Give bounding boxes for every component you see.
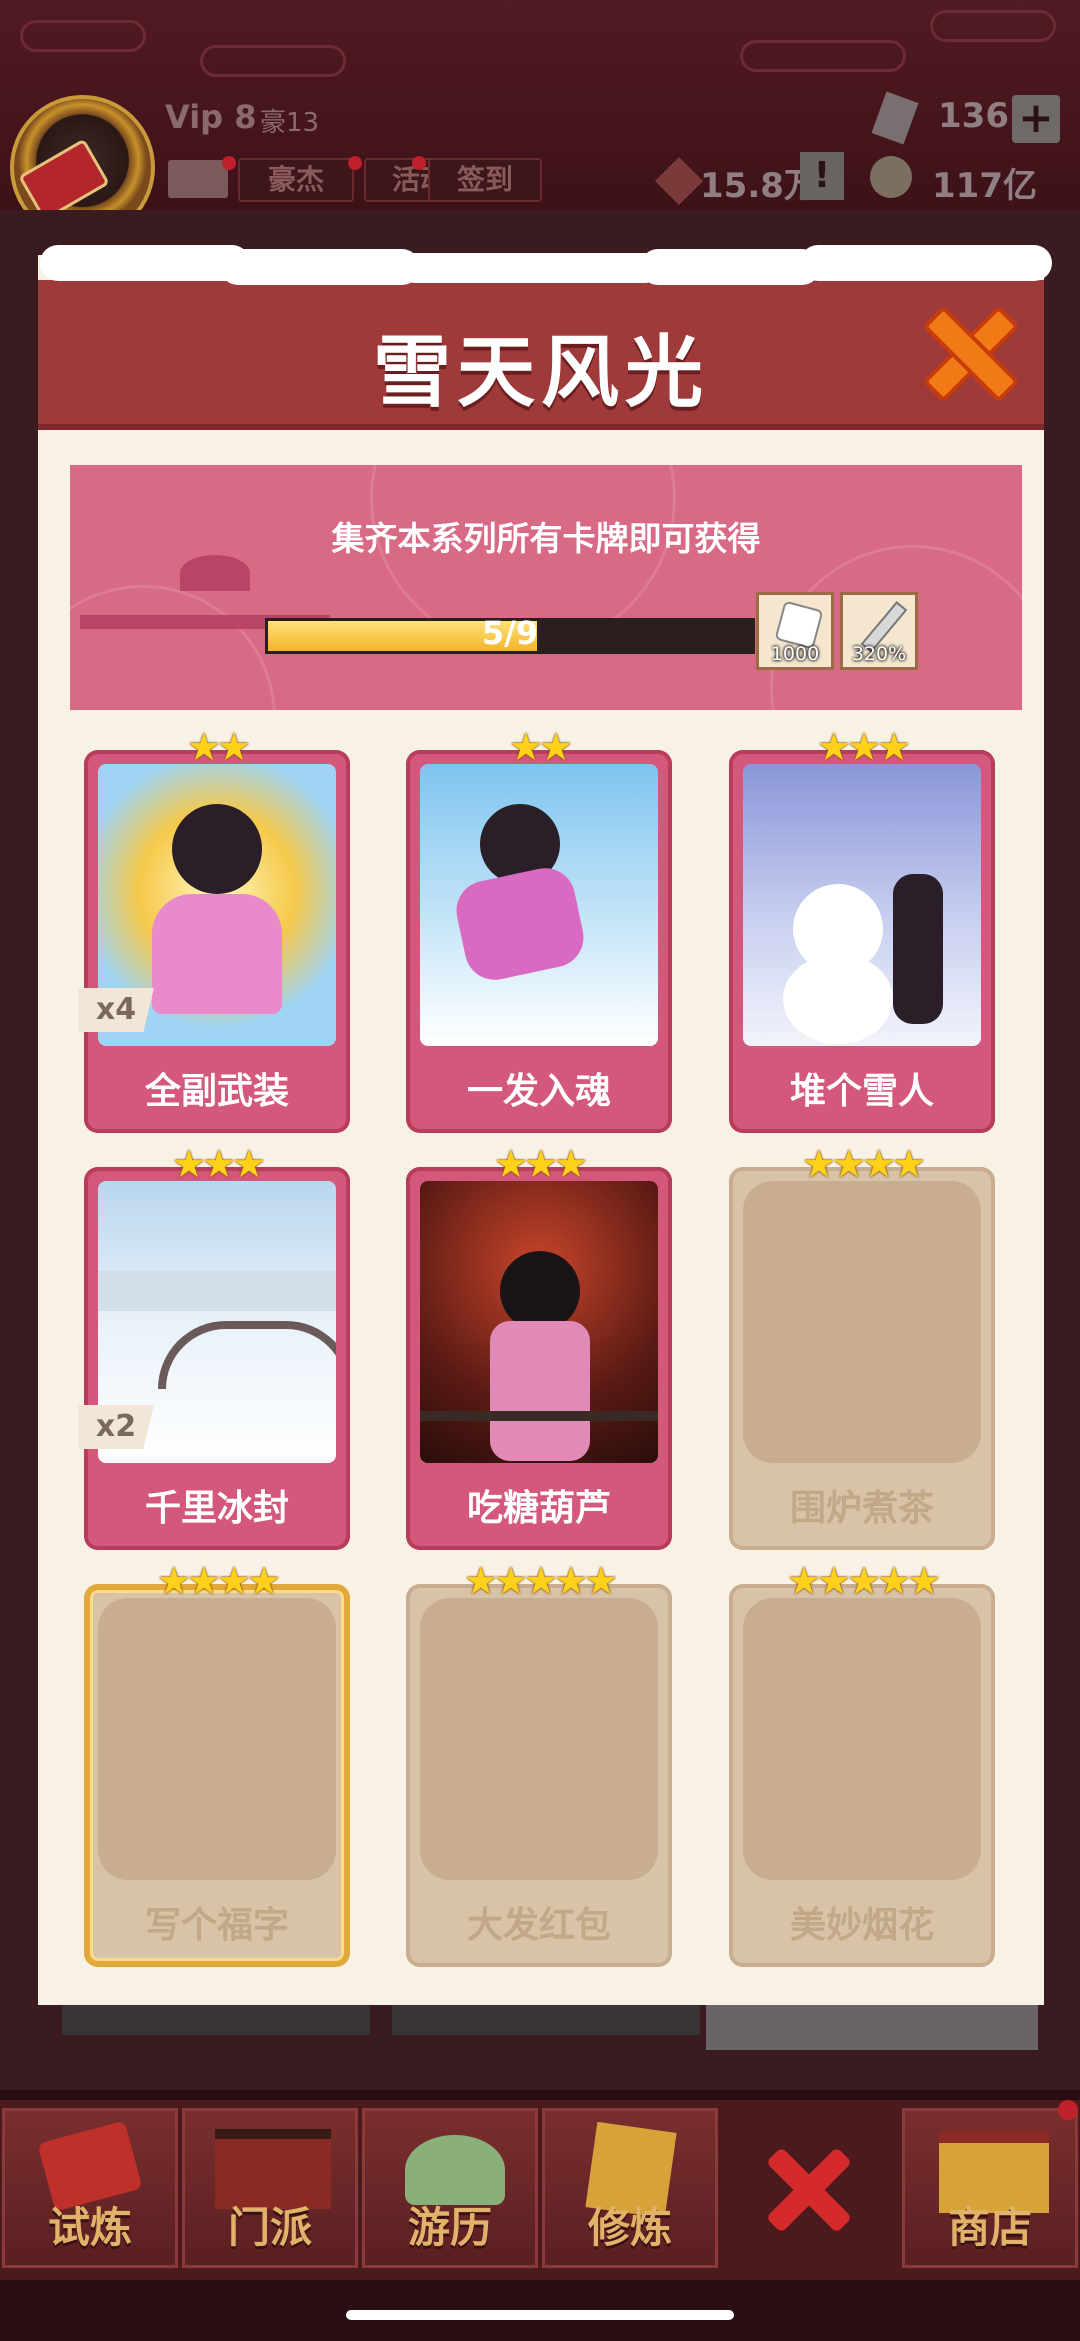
card-name: 千里冰封 [144,1488,289,1529]
card-yifarunhun[interactable]: ★★ 一发入魂 [406,728,672,1133]
reward-dice[interactable]: 1000 [756,592,834,670]
card-name: 吃糖葫芦 [466,1488,611,1529]
gem-count: 136 [938,96,1009,136]
banner-text: 集齐本系列所有卡牌即可获得 [331,519,761,558]
card-art [420,1181,658,1463]
nav-label: 游历 [407,2203,492,2252]
notification-dot [1058,2100,1078,2120]
card-chitanghulu[interactable]: ★★★ 吃糖葫芦 [406,1145,672,1550]
vip-level: Vip 8 [165,98,257,136]
snow-cap-decoration [40,245,1052,285]
nav-shop[interactable]: 商店 [902,2108,1078,2268]
notification-dot [348,156,362,170]
card-art [743,764,981,1046]
nav-trial[interactable]: 试炼 [2,2108,178,2268]
notification-dot [222,156,236,170]
gold-coin-icon [870,156,912,198]
rank-badge: 豪13 [260,108,320,138]
collection-reward-banner [70,465,1022,710]
signin-button[interactable]: 签到 [428,158,542,202]
nav-label: 修炼 [587,2203,672,2252]
background-button [392,2005,700,2035]
card-stars: ★★★★★ [463,1559,618,1603]
card-stars: ★★★ [171,1142,266,1186]
background-button [62,2005,370,2035]
card-art-placeholder [743,1598,981,1880]
card-name: 围炉煮茶 [789,1488,934,1529]
nav-label: 门派 [227,2203,312,2252]
card-xiegefuzi[interactable]: ★★★★ 写个福字 [84,1562,350,1967]
card-name: 全副武装 [144,1071,289,1112]
mail-icon[interactable] [168,160,228,198]
card-meimiaoyanhua[interactable]: ★★★★★ 美妙烟花 [729,1562,995,1967]
nav-label: 试炼 [47,2203,132,2252]
card-name: 堆个雪人 [789,1071,934,1112]
modal-title: 雪天风光 [372,328,709,418]
card-stars: ★★★★★ [786,1559,941,1603]
close-icon[interactable] [918,300,1020,403]
card-weiluzhucha[interactable]: ★★★★ 围炉煮茶 [729,1145,995,1550]
gold-count: 117亿 [932,166,1037,206]
card-stars: ★★★ [816,725,911,769]
card-name: 写个福字 [144,1905,289,1946]
card-art-placeholder [420,1598,658,1880]
card-name: 一发入魂 [466,1071,611,1112]
card-quanfuwuzhuang[interactable]: ★★ x4 全副武装 [78,728,350,1133]
reward-value: 1000 [770,643,820,665]
card-name: 大发红包 [466,1905,611,1946]
card-duigexueren[interactable]: ★★★ 堆个雪人 [729,728,995,1133]
card-name: 美妙烟花 [789,1905,934,1946]
reward-value: 320% [851,643,907,665]
close-icon[interactable] [760,2140,860,2240]
card-stars: ★★★★ [801,1142,926,1186]
umbrella-figure-icon [180,555,250,591]
card-qianlibingfeng[interactable]: ★★★ x2 千里冰封 [78,1145,350,1550]
cloud-ornament [20,20,146,52]
card-dafahongbao[interactable]: ★★★★★ 大发红包 [406,1562,672,1967]
cloud-ornament [930,10,1056,42]
card-stars: ★★★ [493,1142,588,1186]
card-stars: ★★ [186,725,251,769]
card-art [420,764,658,1046]
card-stars: ★★ [508,725,573,769]
nav-sect[interactable]: 门派 [182,2108,358,2268]
add-gems-button[interactable]: + [1012,95,1060,143]
card-count-badge: x2 [78,1405,154,1449]
card-art-placeholder [743,1181,981,1463]
card-art-placeholder [98,1598,336,1880]
home-indicator[interactable] [346,2310,734,2320]
alert-icon[interactable]: ! [800,152,844,200]
cloud-ornament [200,45,346,77]
cloud-ornament [740,40,906,72]
nav-label: 商店 [947,2203,1032,2252]
card-count-badge: x4 [78,988,154,1032]
hero-button[interactable]: 豪杰 [238,158,354,202]
nav-travel[interactable]: 游历 [362,2108,538,2268]
card-stars: ★★★★ [156,1559,281,1603]
reward-sword[interactable]: 320% [840,592,918,670]
nav-cultivate[interactable]: 修炼 [542,2108,718,2268]
progress-text: 5/9 [481,614,539,652]
notification-dot [412,156,426,170]
background-button [706,2005,1038,2050]
